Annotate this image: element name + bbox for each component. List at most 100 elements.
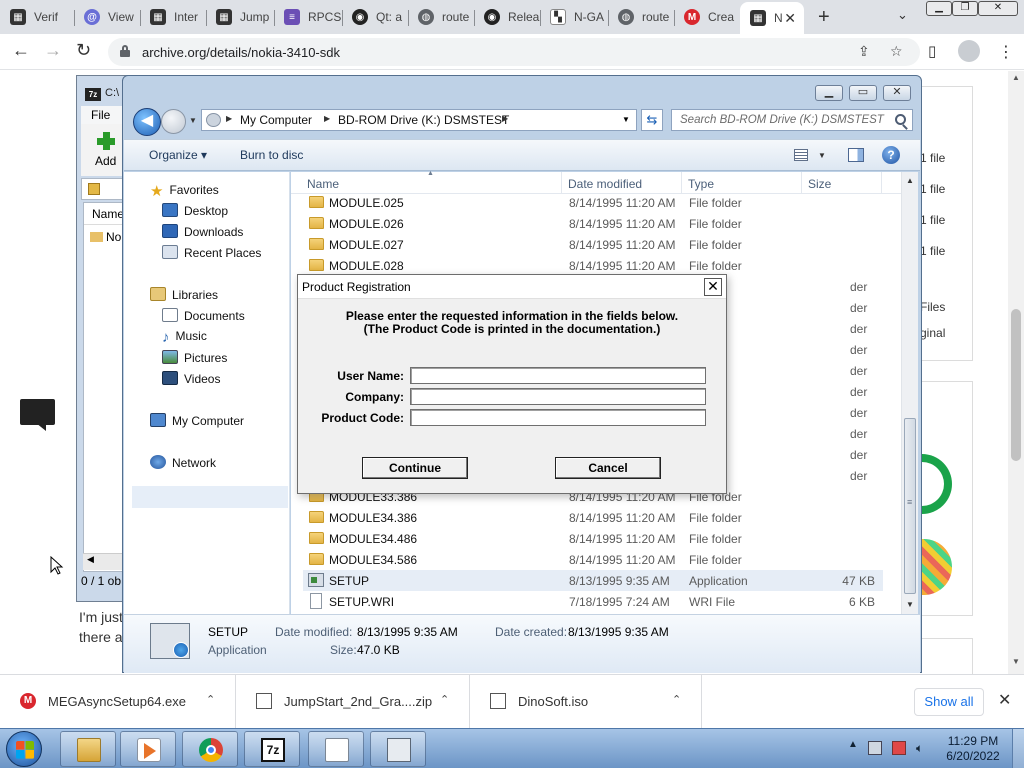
forward-button[interactable]	[161, 109, 186, 134]
explorer-close-button[interactable]: ✕	[883, 85, 911, 101]
new-tab-button[interactable]: +	[818, 6, 830, 29]
7zip-add-button[interactable]: Add	[95, 154, 116, 168]
column-size[interactable]: Size	[808, 177, 831, 191]
tray-expand-icon[interactable]: ▲	[848, 739, 858, 750]
url-text[interactable]: archive.org/details/nokia-3410-sdk	[142, 45, 340, 60]
search-input[interactable]: Search BD-ROM Drive (K:) DSMSTEST	[671, 109, 913, 131]
preview-pane-icon[interactable]	[848, 148, 864, 162]
product-code-field[interactable]	[410, 409, 706, 426]
file-list-scrollbar[interactable]: ▲ ▼	[901, 172, 918, 614]
column-type[interactable]: Type	[688, 177, 714, 191]
nav-libraries[interactable]: Libraries	[150, 287, 218, 302]
continue-button[interactable]: Continue	[362, 457, 468, 479]
nav-videos[interactable]: Videos	[162, 371, 220, 386]
forward-arrow-icon[interactable]: →	[44, 40, 62, 61]
browser-tab[interactable]: M Crea	[674, 4, 740, 30]
scroll-down-arrow-icon[interactable]: ▼	[906, 600, 914, 609]
browser-tab-active[interactable]: ▦ N ✕	[740, 2, 804, 34]
company-field[interactable]	[410, 388, 706, 405]
browser-tab[interactable]: ◉ Relea	[474, 4, 540, 30]
reload-icon[interactable]: ↻	[76, 40, 91, 61]
burn-to-disc-button[interactable]: Burn to disc	[240, 148, 303, 162]
nav-desktop[interactable]: Desktop	[162, 203, 228, 218]
back-arrow-icon[interactable]: ←	[12, 40, 30, 61]
nav-my-computer[interactable]: My Computer	[150, 413, 244, 428]
nav-downloads[interactable]: Downloads	[162, 224, 243, 239]
tab-search-chevron-icon[interactable]: ⌄	[897, 7, 908, 23]
refresh-button[interactable]: ⇆	[641, 109, 663, 131]
table-row[interactable]: MODULE34.386 8/14/1995 11:20 AM File fol…	[303, 507, 883, 528]
bookmark-star-icon[interactable]: ☆	[890, 43, 903, 60]
browser-tab[interactable]: ◉ Qt: a	[342, 4, 408, 30]
nav-pictures[interactable]: Pictures	[162, 350, 227, 365]
back-button[interactable]: ◀	[133, 108, 161, 136]
address-dropdown-icon[interactable]: ▼	[622, 115, 630, 124]
help-icon[interactable]: ?	[882, 146, 900, 164]
view-options-icon[interactable]	[794, 149, 808, 161]
browser-tab[interactable]: ▦ Inter	[140, 4, 206, 30]
search-icon[interactable]	[895, 114, 906, 125]
column-date-modified[interactable]: Date modified	[568, 177, 642, 191]
browser-tab[interactable]: @ View	[74, 4, 140, 30]
taskbar-explorer[interactable]	[60, 731, 116, 767]
browser-tab[interactable]: ▦ Verif	[0, 4, 74, 30]
taskbar-blank-app[interactable]	[308, 731, 364, 767]
scrollbar-thumb[interactable]	[904, 418, 916, 594]
taskbar-setup-app[interactable]	[370, 731, 426, 767]
minimize-button[interactable]: ▁	[926, 1, 952, 16]
breadcrumb-item[interactable]: BD-ROM Drive (K:) DSMSTEST	[338, 113, 509, 127]
download-item[interactable]: JumpStart_2nd_Gra....zip ⌃	[236, 675, 470, 729]
breadcrumb-arrow-icon[interactable]: ▶	[324, 114, 330, 123]
folder-up-icon[interactable]	[88, 183, 100, 195]
menu-kebab-icon[interactable]: ⋮	[998, 42, 1014, 62]
lock-icon[interactable]	[120, 45, 130, 57]
download-item[interactable]: DinoSoft.iso ⌃	[470, 675, 702, 729]
breadcrumb-arrow-icon[interactable]: ▶	[226, 114, 232, 123]
scrollbar-thumb[interactable]	[1011, 309, 1021, 461]
explorer-minimize-button[interactable]: ▁	[815, 85, 843, 101]
side-panel-icon[interactable]: ▯	[928, 42, 936, 60]
explorer-maximize-button[interactable]: ▭	[849, 85, 877, 101]
browser-tab[interactable]: ▦ Jump	[206, 4, 274, 30]
network-error-icon[interactable]	[892, 741, 906, 755]
organize-button[interactable]: Organize ▾	[149, 148, 207, 162]
7zip-file-menu[interactable]: File	[91, 108, 110, 122]
table-row[interactable]: MODULE.025 8/14/1995 11:20 AM File folde…	[303, 192, 883, 213]
user-name-field[interactable]	[410, 367, 706, 384]
address-breadcrumb[interactable]: ▶ My Computer ▶ BD-ROM Drive (K:) DSMSTE…	[201, 109, 637, 131]
taskbar-7zip[interactable]: 7z	[244, 731, 300, 767]
show-all-button[interactable]: Show all	[914, 688, 984, 716]
chevron-up-icon[interactable]: ⌃	[206, 693, 215, 706]
nav-recent-places[interactable]: Recent Places	[162, 245, 261, 260]
breadcrumb-item[interactable]: My Computer	[240, 113, 312, 127]
profile-avatar-icon[interactable]	[958, 40, 980, 67]
taskbar-chrome[interactable]	[182, 731, 238, 767]
list-item[interactable]: No	[90, 230, 121, 244]
browser-tab[interactable]: ◍ route	[408, 4, 474, 30]
add-plus-icon[interactable]	[97, 132, 115, 150]
nav-music[interactable]: ♪ Music	[162, 329, 207, 346]
close-tab-icon[interactable]: ✕	[784, 10, 796, 27]
table-row[interactable]: MODULE.028 8/14/1995 11:20 AM File folde…	[303, 255, 883, 276]
browser-tab[interactable]: ◍ route	[608, 4, 674, 30]
page-scrollbar[interactable]: ▲ ▼	[1008, 71, 1024, 674]
browser-tab[interactable]: ≡ RPCS	[274, 4, 342, 30]
table-row-selected[interactable]: SETUP 8/13/1995 9:35 AM Application 47 K…	[303, 570, 883, 591]
breadcrumb-arrow-icon[interactable]: ▶	[502, 114, 508, 123]
scroll-up-arrow-icon[interactable]: ▲	[1012, 73, 1020, 82]
table-row[interactable]: MODULE.027 8/14/1995 11:20 AM File folde…	[303, 234, 883, 255]
cancel-button[interactable]: Cancel	[555, 457, 661, 479]
view-dropdown-icon[interactable]: ▼	[818, 151, 826, 160]
address-bar[interactable]: archive.org/details/nokia-3410-sdk ⇪ ☆	[108, 38, 920, 66]
column-name[interactable]: Name	[307, 177, 339, 191]
history-dropdown-icon[interactable]: ▼	[189, 116, 197, 125]
tray-app-icon[interactable]	[868, 741, 882, 755]
browser-tab[interactable]: ▚ N-GA	[540, 4, 608, 30]
share-icon[interactable]: ⇪	[858, 43, 870, 60]
system-clock[interactable]: 11:29 PM 6/20/2022	[940, 734, 1006, 764]
start-button[interactable]	[6, 731, 42, 767]
volume-icon[interactable]: 🔈︎	[916, 741, 930, 755]
download-item[interactable]: M MEGAsyncSetup64.exe ⌃	[0, 675, 236, 729]
close-window-button[interactable]: ✕	[978, 1, 1018, 16]
taskbar-media-player[interactable]	[120, 731, 176, 767]
